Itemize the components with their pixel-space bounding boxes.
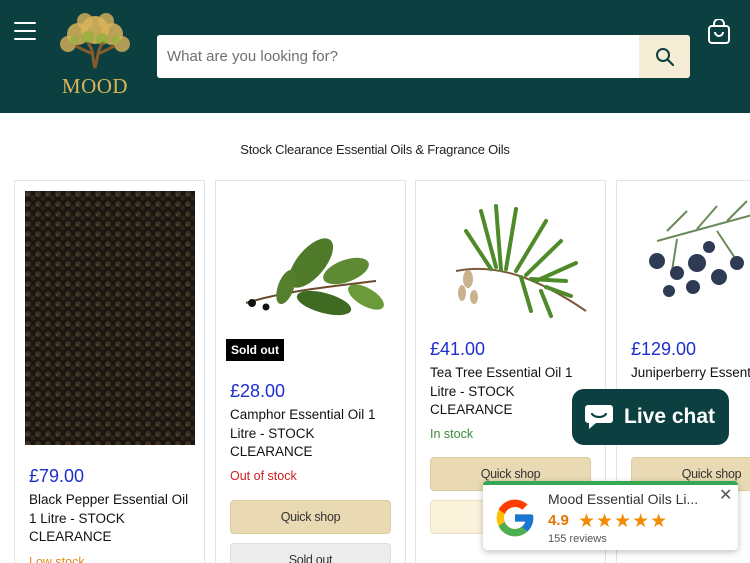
live-chat-label: Live chat xyxy=(624,405,716,428)
search-button[interactable] xyxy=(639,35,690,78)
tree-logo-icon xyxy=(60,13,130,69)
collection-title: Stock Clearance Essential Oils & Fragran… xyxy=(240,142,510,157)
search-icon xyxy=(655,47,674,66)
product-title[interactable]: Juniperberry Essential Oil 1 Litre - STO… xyxy=(631,364,750,383)
stock-status: Low stock xyxy=(29,555,85,563)
hamburger-menu-icon[interactable] xyxy=(14,22,36,40)
review-score: 4.9 xyxy=(548,512,569,529)
review-count: 155 reviews xyxy=(548,533,607,545)
stock-status: In stock xyxy=(430,427,474,441)
search-bar xyxy=(157,35,690,78)
product-title[interactable]: Black Pepper Essential Oil 1 Litre - STO… xyxy=(29,491,195,547)
search-input[interactable] xyxy=(157,35,639,78)
black-pepper-image xyxy=(25,191,195,445)
business-name: Mood Essential Oils Li... xyxy=(548,491,699,507)
mood-logo[interactable]: MOOD xyxy=(52,10,138,98)
product-price: £79.00 xyxy=(29,466,85,486)
stock-status: Out of stock xyxy=(230,469,297,483)
site-header: MOOD xyxy=(0,0,750,113)
product-card-black-pepper[interactable]: £79.00 Black Pepper Essential Oil 1 Litr… xyxy=(14,180,205,563)
product-price: £129.00 xyxy=(631,339,697,359)
product-card-camphor[interactable]: Sold out £28.00 Camphor Essential Oil 1 … xyxy=(215,180,406,563)
google-review-badge[interactable]: Mood Essential Oils Li... 4.9 ★★★★★ 155 … xyxy=(483,481,738,550)
logo-text: MOOD xyxy=(61,74,129,98)
tea-tree-image xyxy=(426,191,596,341)
juniper-berry-image xyxy=(627,191,750,341)
sold-out-badge: Sold out xyxy=(226,339,284,361)
quick-shop-button[interactable]: Quick shop xyxy=(230,500,391,534)
chat-bubble-icon xyxy=(585,405,613,429)
live-chat-button[interactable]: Live chat xyxy=(572,389,729,445)
camphor-leaf-image xyxy=(226,191,396,361)
star-rating-icon: ★★★★★ xyxy=(578,511,669,532)
close-icon[interactable]: ✕ xyxy=(719,485,732,505)
product-price: £28.00 xyxy=(230,381,286,401)
google-g-icon xyxy=(496,499,534,537)
product-price: £41.00 xyxy=(430,339,486,359)
sold-out-button[interactable]: Sold out xyxy=(230,543,391,563)
cart-icon[interactable] xyxy=(706,18,732,45)
product-title[interactable]: Camphor Essential Oil 1 Litre - STOCK CL… xyxy=(230,406,396,462)
